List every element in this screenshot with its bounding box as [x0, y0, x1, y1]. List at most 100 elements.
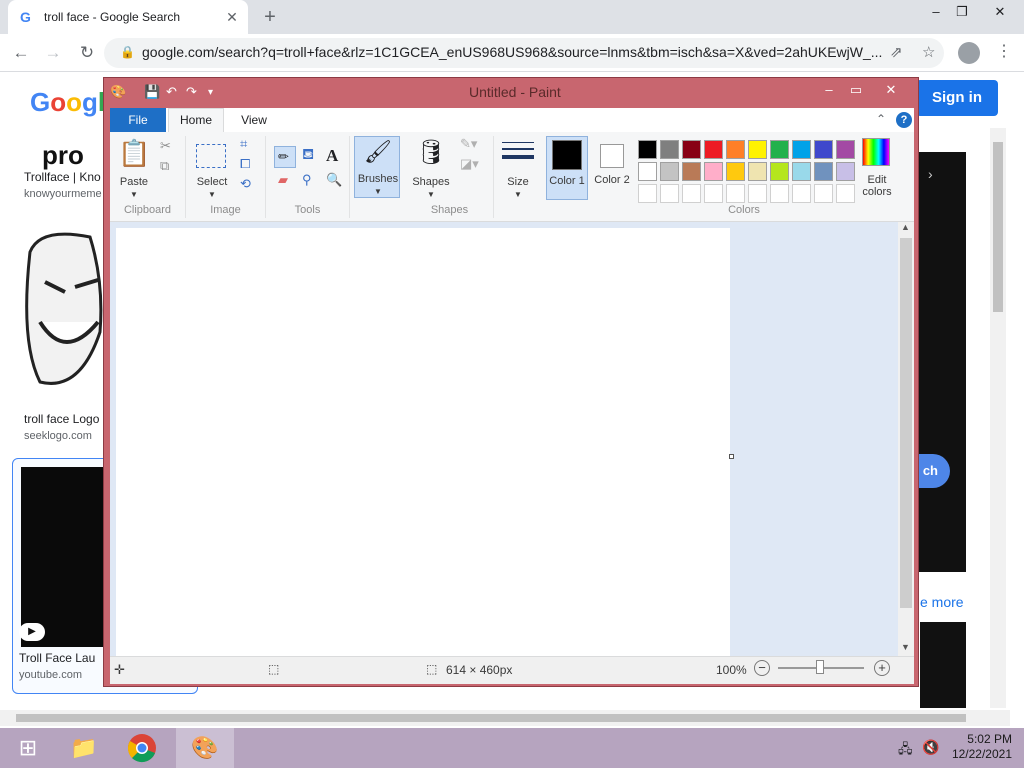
paste-dropdown-icon[interactable]: ▼ [114, 190, 154, 199]
palette-swatch[interactable] [836, 162, 855, 181]
paste-label[interactable]: Paste [114, 176, 154, 188]
forward-arrow-icon[interactable]: → [40, 40, 66, 66]
palette-swatch-empty[interactable] [748, 184, 767, 203]
eraser-icon[interactable]: ▰ [278, 172, 288, 188]
palette-swatch[interactable] [726, 140, 745, 159]
palette-swatch[interactable] [638, 162, 657, 181]
color2-button[interactable]: Color 2 [592, 136, 632, 200]
new-tab-button[interactable]: + [258, 6, 282, 28]
canvas-vertical-scrollbar[interactable]: ▲ ▼ [898, 222, 914, 656]
palette-swatch[interactable] [682, 140, 701, 159]
back-arrow-icon[interactable]: ← [8, 40, 34, 66]
palette-swatch-empty[interactable] [638, 184, 657, 203]
palette-swatch-empty[interactable] [726, 184, 745, 203]
paint-minimize-button[interactable]: – [814, 80, 844, 100]
color-picker-icon[interactable]: ⚲ [302, 172, 312, 188]
palette-swatch[interactable] [836, 140, 855, 159]
help-icon[interactable]: ? [896, 112, 912, 128]
cut-icon[interactable]: ✂ [160, 138, 171, 154]
paint-taskbar-icon[interactable]: 🎨 [176, 728, 234, 768]
tab-file[interactable]: File [110, 108, 166, 132]
volume-muted-icon[interactable]: 🔇 [922, 739, 939, 756]
canvas-resize-handle[interactable] [729, 454, 734, 459]
browser-tab[interactable]: G troll face - Google Search ✕ [8, 0, 248, 34]
copy-icon[interactable]: ⧉ [160, 158, 169, 174]
fill-icon[interactable]: ◪▾ [460, 156, 479, 172]
shapes-dropdown-icon[interactable]: ▼ [410, 190, 452, 199]
result-video-thumbnail[interactable]: ▶ [19, 467, 105, 647]
chrome-icon[interactable] [114, 728, 170, 768]
result-image[interactable] [20, 222, 104, 400]
magnifier-icon[interactable]: 🔍 [326, 172, 342, 188]
share-icon[interactable]: ⇗ [890, 43, 903, 61]
save-icon[interactable]: 💾 [144, 84, 160, 100]
palette-swatch[interactable] [748, 162, 767, 181]
drawing-canvas[interactable] [116, 228, 730, 656]
select-icon[interactable] [196, 144, 226, 168]
menu-kebab-icon[interactable]: ⋮ [996, 41, 1012, 61]
tab-home[interactable]: Home [168, 108, 224, 132]
close-window-button[interactable]: ✕ [984, 0, 1016, 26]
file-explorer-icon[interactable]: 📁 [56, 728, 112, 768]
page-hscroll-thumb[interactable] [16, 714, 966, 722]
brushes-button[interactable]: 🖌 Brushes ▼ [354, 136, 400, 198]
color1-button[interactable]: Color 1 [546, 136, 588, 200]
text-tool-icon[interactable]: A [326, 146, 338, 166]
collapse-ribbon-icon[interactable]: ⌃ [876, 112, 886, 126]
palette-swatch-empty[interactable] [836, 184, 855, 203]
palette-swatch-empty[interactable] [660, 184, 679, 203]
zoom-in-icon[interactable]: + [874, 660, 890, 676]
start-windows-icon[interactable]: ⊞ [0, 728, 56, 768]
palette-swatch[interactable] [748, 140, 767, 159]
paste-icon[interactable]: 📋 [118, 138, 150, 169]
palette-swatch[interactable] [770, 140, 789, 159]
paint-window[interactable]: 🎨 💾 ↶ ↷ ▾ Untitled - Paint – ▭ ✕ File Ho… [103, 77, 919, 687]
shapes-label[interactable]: Shapes [410, 176, 452, 188]
google-logo[interactable]: Googl [30, 87, 105, 118]
see-more-link[interactable]: e more [920, 594, 964, 610]
palette-swatch-empty[interactable] [770, 184, 789, 203]
palette-swatch[interactable] [704, 140, 723, 159]
rotate-icon[interactable]: ⟲ [240, 176, 251, 192]
palette-swatch[interactable] [814, 140, 833, 159]
bookmark-star-icon[interactable]: ☆ [922, 43, 935, 61]
tab-close-icon[interactable]: ✕ [222, 9, 242, 26]
canvas-scroll-thumb[interactable] [900, 238, 912, 608]
palette-swatch-empty[interactable] [792, 184, 811, 203]
resize-icon[interactable]: ⧠ [240, 156, 250, 172]
result-caption[interactable]: Troll Face Lau [19, 651, 95, 665]
palette-swatch[interactable] [638, 140, 657, 159]
crop-icon[interactable]: ⌗ [240, 136, 247, 152]
customize-toolbar-icon[interactable]: ▾ [208, 87, 213, 98]
palette-swatch[interactable] [704, 162, 723, 181]
palette-swatch[interactable] [770, 162, 789, 181]
paint-app-icon[interactable]: 🎨 [110, 84, 126, 100]
network-icon[interactable]: 🖧 [898, 740, 913, 762]
sign-in-button[interactable]: Sign in [916, 80, 998, 116]
palette-swatch-empty[interactable] [682, 184, 701, 203]
fill-bucket-icon[interactable]: ⛾ [302, 146, 314, 165]
palette-swatch[interactable] [660, 162, 679, 181]
shapes-icon[interactable]: 🛢 [414, 138, 448, 167]
undo-icon[interactable]: ↶ [166, 84, 177, 100]
restore-button[interactable]: ❐ [946, 0, 978, 26]
palette-swatch-empty[interactable] [814, 184, 833, 203]
size-button[interactable]: Size ▼ [498, 136, 540, 199]
page-horizontal-scrollbar[interactable] [0, 710, 1010, 726]
address-url[interactable]: google.com/search?q=troll+face&rlz=1C1GC… [142, 44, 882, 60]
select-dropdown-icon[interactable]: ▼ [192, 190, 232, 199]
address-bar[interactable]: 🔒 google.com/search?q=troll+face&rlz=1C1… [104, 38, 944, 68]
outline-icon[interactable]: ✎▾ [460, 136, 477, 152]
next-arrow-icon[interactable]: › [928, 166, 933, 182]
redo-icon[interactable]: ↷ [186, 84, 197, 100]
result-caption[interactable]: troll face Logo [24, 412, 99, 426]
palette-swatch[interactable] [682, 162, 701, 181]
paint-title-bar[interactable]: 🎨 💾 ↶ ↷ ▾ Untitled - Paint – ▭ ✕ [104, 78, 918, 108]
reload-icon[interactable]: ↻ [74, 40, 100, 66]
scroll-up-icon[interactable]: ▲ [901, 222, 910, 232]
preview-thumbnail[interactable] [920, 622, 966, 708]
system-clock[interactable]: 5:02 PM 12/22/2021 [952, 732, 1012, 762]
palette-swatch[interactable] [792, 140, 811, 159]
palette-swatch-empty[interactable] [704, 184, 723, 203]
palette-swatch[interactable] [726, 162, 745, 181]
